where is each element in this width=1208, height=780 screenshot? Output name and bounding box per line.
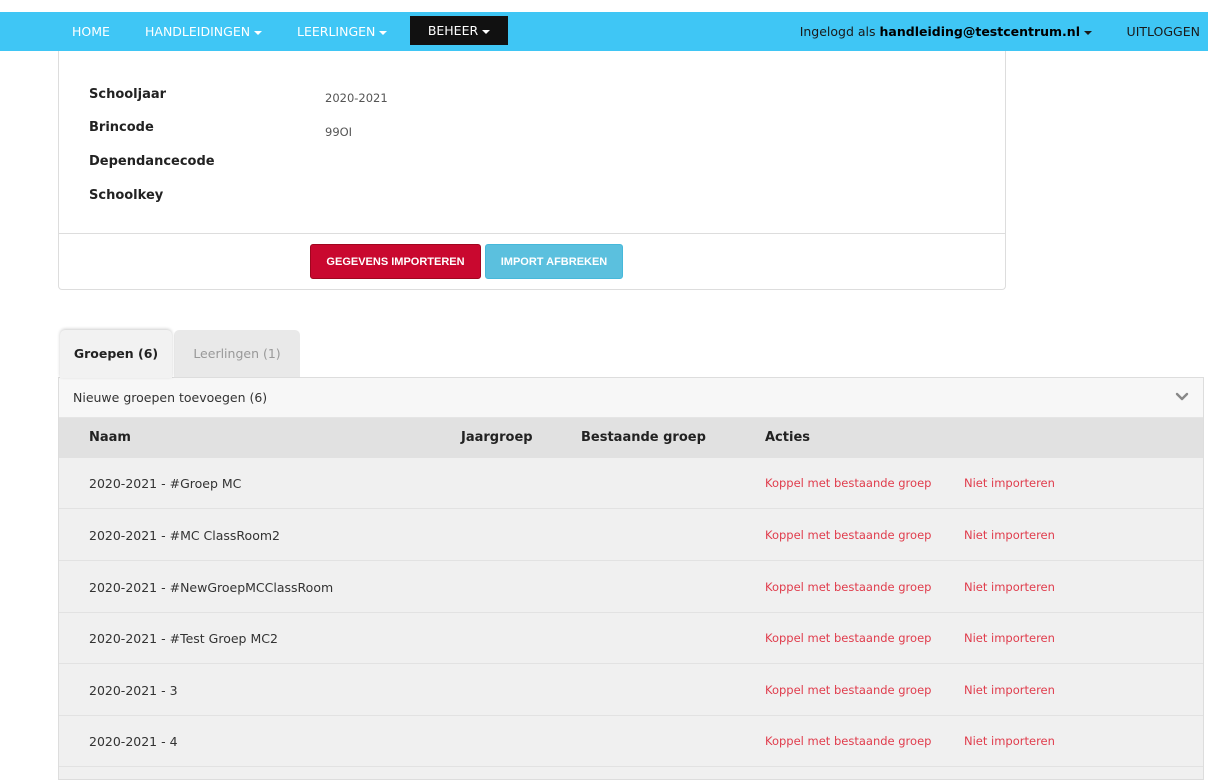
nav-handleidingen-label: HANDLEIDINGEN (145, 24, 251, 39)
link-to-existing-group-link[interactable]: Koppel met bestaande groep (765, 716, 931, 767)
nav-home-label: HOME (72, 24, 110, 39)
table-row: 2020-2021 - #Groep MC Koppel met bestaan… (59, 458, 1203, 509)
row-name: 2020-2021 - #Groep MC (89, 476, 242, 491)
link-to-existing-group-link[interactable]: Koppel met bestaande groep (765, 613, 931, 664)
field-label-schooljaar: Schooljaar (89, 87, 167, 102)
link-to-existing-group-link[interactable]: Koppel met bestaande groep (765, 665, 931, 716)
field-value-schooljaar: 2020-2021 (325, 91, 388, 105)
caret-down-icon (1084, 30, 1092, 35)
cancel-import-button[interactable]: IMPORT AFBREKEN (485, 244, 623, 279)
row-name: 2020-2021 - 3 (89, 683, 178, 698)
nav-user-email: handleiding@testcentrum.nl (879, 24, 1080, 39)
panel-divider (59, 233, 1005, 234)
do-not-import-link[interactable]: Niet importeren (964, 510, 1055, 561)
field-label-schoolkey: Schoolkey (89, 188, 164, 203)
new-groups-section-header[interactable]: Nieuwe groepen toevoegen (6) (59, 378, 1203, 418)
logout-label: UITLOGGEN (1126, 24, 1200, 39)
row-name: 2020-2021 - 4 (89, 734, 178, 749)
caret-down-icon (254, 30, 263, 35)
table-row: 2020-2021 - 3 Koppel met bestaande groep… (59, 665, 1203, 716)
do-not-import-link[interactable]: Niet importeren (964, 716, 1055, 767)
nav-home[interactable]: HOME (72, 12, 110, 51)
caret-down-icon (482, 29, 491, 34)
column-header-jaargroep: Jaargroep (461, 430, 533, 445)
tab-groepen[interactable]: Groepen (6) (60, 330, 172, 378)
nav-leerlingen-label: LEERLINGEN (297, 24, 376, 39)
table-row: 2020-2021 - 4 Koppel met bestaande groep… (59, 716, 1203, 767)
field-value-brincode: 99OI (325, 125, 353, 139)
row-name: 2020-2021 - #NewGroepMCClassRoom (89, 580, 334, 595)
field-label-brincode: Brincode (89, 120, 154, 135)
row-name: 2020-2021 - #MC ClassRoom2 (89, 528, 280, 543)
table-row: 2020-2021 - #NewGroepMCClassRoom Koppel … (59, 562, 1203, 613)
link-to-existing-group-link[interactable]: Koppel met bestaande groep (765, 458, 931, 509)
nav-handleidingen[interactable]: HANDLEIDINGEN (145, 12, 263, 51)
nav-user-menu[interactable]: Ingelogd als handleiding@testcentrum.nl (800, 12, 1092, 51)
column-header-naam: Naam (89, 430, 131, 445)
column-header-bestaande-groep: Bestaande groep (581, 430, 706, 445)
do-not-import-link[interactable]: Niet importeren (964, 665, 1055, 716)
tab-leerlingen[interactable]: Leerlingen (1) (174, 330, 300, 378)
link-to-existing-group-link[interactable]: Koppel met bestaande groep (765, 562, 931, 613)
logout-link[interactable]: UITLOGGEN (1127, 12, 1200, 51)
link-to-existing-group-link[interactable]: Koppel met bestaande groep (765, 510, 931, 561)
row-name: 2020-2021 - #Test Groep MC2 (89, 631, 278, 646)
do-not-import-link[interactable]: Niet importeren (964, 458, 1055, 509)
do-not-import-link[interactable]: Niet importeren (964, 562, 1055, 613)
field-label-dependancecode: Dependancecode (89, 154, 215, 169)
import-details-panel: Schooljaar 2020-2021 Brincode 99OI Depen… (58, 51, 1006, 290)
caret-down-icon (379, 30, 388, 35)
table-header: Naam Jaargroep Bestaande groep Acties (59, 418, 1203, 458)
chevron-down-icon[interactable] (1175, 390, 1189, 404)
nav-beheer[interactable]: BEHEER (410, 16, 508, 45)
groups-panel: Nieuwe groepen toevoegen (6) Naam Jaargr… (58, 377, 1204, 780)
nav-user-prefix: Ingelogd als (799, 24, 880, 39)
table-row: 2020-2021 - #Test Groep MC2 Koppel met b… (59, 613, 1203, 664)
nav-beheer-label: BEHEER (427, 23, 479, 38)
column-header-acties: Acties (765, 430, 810, 445)
top-cut-off-text (0, 0, 1208, 12)
nav-leerlingen[interactable]: LEERLINGEN (297, 12, 388, 51)
do-not-import-link[interactable]: Niet importeren (964, 613, 1055, 664)
section-title: Nieuwe groepen toevoegen (6) (73, 390, 268, 405)
import-data-button[interactable]: GEGEVENS IMPORTEREN (310, 244, 481, 279)
table-row: 2020-2021 - #MC ClassRoom2 Koppel met be… (59, 510, 1203, 561)
navbar: HOME HANDLEIDINGEN LEERLINGEN BEHEER Ing… (0, 12, 1208, 51)
